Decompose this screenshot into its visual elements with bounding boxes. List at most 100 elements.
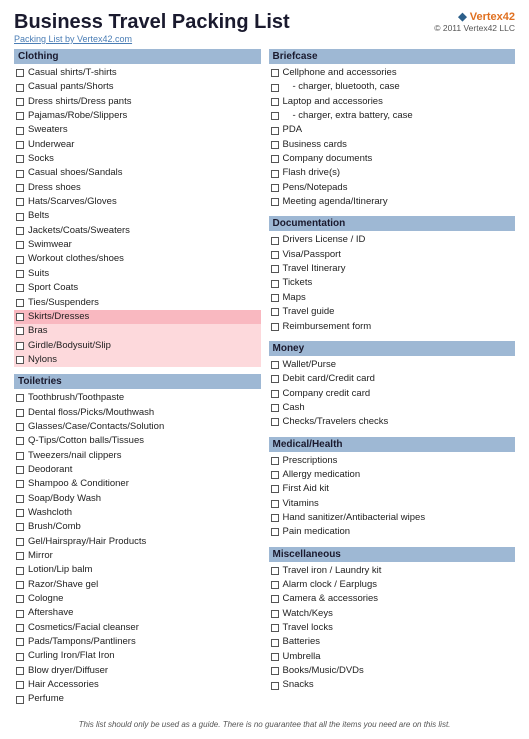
checkbox[interactable] [16,610,24,618]
list-item: Swimwear [14,238,261,252]
checkbox[interactable] [16,241,24,249]
list-item: Meeting agenda/Itinerary [269,195,516,209]
checkbox[interactable] [16,227,24,235]
checkbox[interactable] [16,509,24,517]
checkbox[interactable] [16,394,24,402]
checkbox[interactable] [16,667,24,675]
checkbox[interactable] [16,624,24,632]
checkbox[interactable] [16,84,24,92]
list-item: Washcloth [14,506,261,520]
item-label: Snacks [283,679,314,691]
checkbox[interactable] [271,624,279,632]
checkbox[interactable] [271,528,279,536]
footer-note: This list should only be used as a guide… [14,720,515,729]
checkbox[interactable] [16,98,24,106]
checkbox[interactable] [16,198,24,206]
checkbox[interactable] [271,418,279,426]
checkbox[interactable] [271,404,279,412]
checkbox[interactable] [16,696,24,704]
checkbox[interactable] [16,409,24,417]
checkbox[interactable] [271,98,279,106]
checkbox[interactable] [16,213,24,221]
main-content: ClothingCasual shirts/T-shirtsCasual pan… [14,49,515,714]
item-label: Company credit card [283,388,371,400]
checkbox[interactable] [271,653,279,661]
checkbox[interactable] [16,127,24,135]
checkbox[interactable] [16,299,24,307]
checkbox[interactable] [271,170,279,178]
checkbox[interactable] [271,184,279,192]
item-label: Travel Itinerary [283,263,346,275]
checkbox[interactable] [16,270,24,278]
checkbox[interactable] [16,327,24,335]
checkbox[interactable] [16,452,24,460]
checkbox[interactable] [271,682,279,690]
checkbox[interactable] [271,127,279,135]
checkbox[interactable] [16,356,24,364]
checkbox[interactable] [271,308,279,316]
checkbox[interactable] [16,538,24,546]
list-item: Drivers License / ID [269,233,516,247]
checkbox[interactable] [16,495,24,503]
checkbox[interactable] [16,313,24,321]
checkbox[interactable] [271,155,279,163]
checkbox[interactable] [271,323,279,331]
list-item: Dress shirts/Dress pants [14,95,261,109]
checkbox[interactable] [271,375,279,383]
list-item: Suits [14,267,261,281]
checkbox[interactable] [16,423,24,431]
subtitle-link[interactable]: Packing List by Vertex42.com [14,34,132,44]
checkbox[interactable] [16,480,24,488]
checkbox[interactable] [16,595,24,603]
checkbox[interactable] [16,284,24,292]
checkbox[interactable] [16,523,24,531]
checkbox[interactable] [271,471,279,479]
checkbox[interactable] [271,595,279,603]
checkbox[interactable] [16,581,24,589]
checkbox[interactable] [16,552,24,560]
checkbox[interactable] [271,567,279,575]
checkbox[interactable] [271,514,279,522]
checkbox[interactable] [271,500,279,508]
item-label: Sweaters [28,124,68,136]
checkbox[interactable] [271,251,279,259]
checkbox[interactable] [271,639,279,647]
checkbox[interactable] [271,280,279,288]
checkbox[interactable] [271,265,279,273]
checkbox[interactable] [16,638,24,646]
checkbox[interactable] [16,466,24,474]
checkbox[interactable] [16,567,24,575]
checkbox[interactable] [271,457,279,465]
checkbox[interactable] [16,141,24,149]
checkbox[interactable] [271,390,279,398]
checkbox[interactable] [271,198,279,206]
checkbox[interactable] [271,69,279,77]
checkbox[interactable] [271,141,279,149]
section-header-money: Money [269,341,516,356]
checkbox[interactable] [271,485,279,493]
list-item: Travel iron / Laundry kit [269,564,516,578]
checkbox[interactable] [16,653,24,661]
checkbox[interactable] [16,256,24,264]
checkbox[interactable] [16,170,24,178]
checkbox[interactable] [271,361,279,369]
checkbox[interactable] [271,84,279,92]
checkbox[interactable] [16,342,24,350]
checkbox[interactable] [16,184,24,192]
checkbox[interactable] [271,294,279,302]
checkbox[interactable] [271,667,279,675]
item-label: Lotion/Lip balm [28,564,92,576]
checkbox[interactable] [16,69,24,77]
checkbox[interactable] [16,681,24,689]
list-item: Nylons [14,353,261,367]
checkbox[interactable] [271,610,279,618]
item-label: Tweezers/nail clippers [28,450,121,462]
item-label: Razor/Shave gel [28,579,98,591]
checkbox[interactable] [271,581,279,589]
checkbox[interactable] [16,112,24,120]
checkbox[interactable] [271,112,279,120]
checkbox[interactable] [16,155,24,163]
checkbox[interactable] [271,237,279,245]
section-money: MoneyWallet/PurseDebit card/Credit cardC… [269,341,516,430]
checkbox[interactable] [16,437,24,445]
